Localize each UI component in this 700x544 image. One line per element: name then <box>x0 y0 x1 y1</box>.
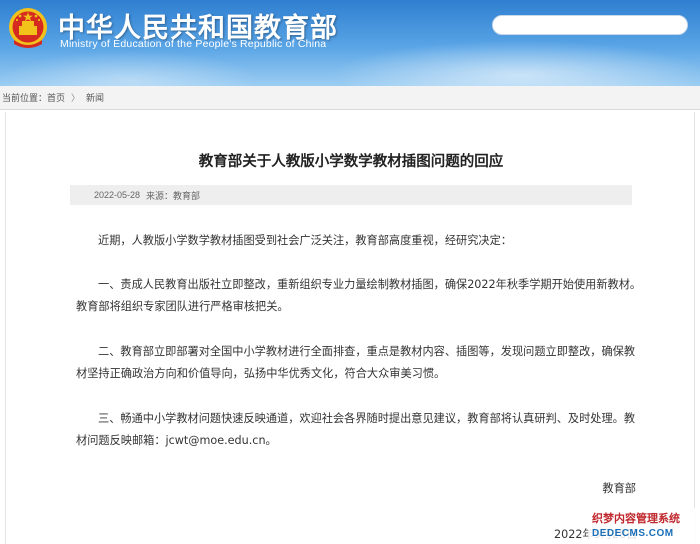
watermark: 织梦内容管理系统 DEDECMS.COM <box>588 508 700 544</box>
article-content: 教育部关于人教版小学数学教材插图问题的回应 2022-05-28 来源：教育部 … <box>5 112 695 544</box>
article-date: 2022-05-28 <box>94 190 141 200</box>
breadcrumb: 当前位置： 首页 〉 新闻 <box>0 86 700 110</box>
search-input[interactable] <box>492 15 688 35</box>
breadcrumb-prefix: 当前位置： <box>2 93 48 103</box>
article-paragraph: 三、畅通中小学教材问题快速反映通道，欢迎社会各界随时提出意见建议，教育部将认真研… <box>76 412 636 447</box>
watermark-domain: DEDECMS.COM <box>592 528 674 539</box>
article-title: 教育部关于人教版小学数学教材插图问题的回应 <box>198 154 504 170</box>
article-meta-bar: 2022-05-28 来源：教育部 <box>70 185 632 205</box>
article-paragraph: 一、责成人民教育出版社立即整改，重新组织专业力量绘制教材插图，确保2022年秋季… <box>76 278 642 313</box>
article-paragraph: 近期，人教版小学数学教材插图受到社会广泛关注，教育部高度重视，经研究决定： <box>98 234 512 247</box>
header-cloud-decoration <box>0 50 260 86</box>
watermark-text: 织梦内容管理系统 <box>592 512 680 525</box>
breadcrumb-home-link[interactable]: 首页 <box>47 91 65 104</box>
article-source: 来源：教育部 <box>146 190 201 201</box>
site-header: 中华人民共和国教育部 Ministry of Education of the … <box>0 0 700 86</box>
breadcrumb-separator-icon: 〉 <box>71 93 81 103</box>
article-signature: 教育部 <box>602 482 636 495</box>
article-paragraph: 二、教育部立即部署对全国中小学教材进行全面排查，重点是教材内容、插图等，发现问题… <box>76 345 636 380</box>
header-cloud-decoration <box>330 40 700 86</box>
breadcrumb-news-link[interactable]: 新闻 <box>86 91 104 104</box>
site-subtitle: Ministry of Education of the People's Re… <box>60 38 327 50</box>
national-emblem-icon[interactable] <box>6 6 50 52</box>
